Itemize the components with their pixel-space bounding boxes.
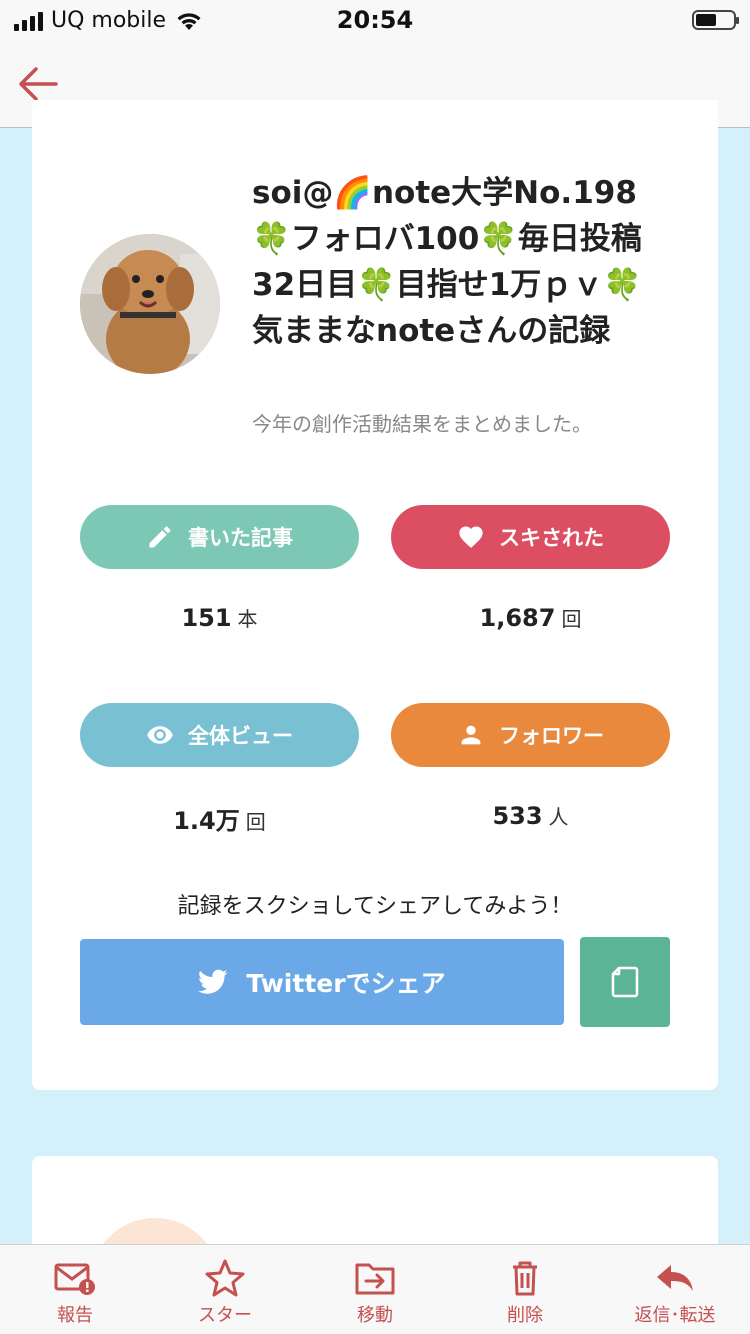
- dog-photo: [80, 234, 220, 374]
- document-icon: [611, 966, 639, 998]
- twitter-bird-icon: [198, 969, 228, 994]
- tab-star-label: スター: [198, 1305, 252, 1326]
- person-icon: [461, 725, 481, 745]
- trash-icon: [513, 1261, 537, 1296]
- articles-unit: 本: [237, 607, 258, 631]
- eye-icon: [147, 726, 173, 744]
- tab-delete-label: 削除: [507, 1305, 543, 1326]
- report-mail-icon: [54, 1263, 95, 1295]
- tab-move[interactable]: 移動: [300, 1245, 450, 1334]
- likes-received-label: スキされた: [499, 526, 604, 550]
- likes-received-pill: スキされた: [391, 505, 670, 569]
- heart-icon: [459, 526, 483, 548]
- tab-delete[interactable]: 削除: [450, 1245, 600, 1334]
- twitter-share-label: Twitterでシェア: [246, 969, 446, 998]
- articles-written-pill: 書いた記事: [80, 505, 359, 569]
- likes-unit: 回: [561, 607, 582, 631]
- status-time: 20:54: [336, 6, 414, 34]
- twitter-share-button[interactable]: Twitterでシェア: [80, 939, 564, 1025]
- move-folder-icon: [355, 1263, 395, 1295]
- followers-unit: 人: [548, 805, 569, 829]
- tab-star[interactable]: スター: [150, 1245, 300, 1334]
- profile-subtitle: 今年の創作活動結果をまとめました。: [252, 412, 592, 436]
- views-unit: 回: [245, 810, 266, 834]
- articles-value: 151: [181, 604, 232, 632]
- status-bar: UQ mobile 20:54: [0, 0, 750, 40]
- followers-count: 533 人: [391, 801, 670, 830]
- likes-count: 1,687 回: [391, 603, 670, 632]
- profile-card: soi@🌈note大学No.198🍀フォロバ100🍀毎日投稿32日目🍀目指せ1万…: [32, 100, 718, 1090]
- pencil-icon: [149, 526, 171, 548]
- views-count: 1.4万回: [80, 801, 359, 836]
- reply-icon: [657, 1265, 693, 1291]
- profile-title: soi@🌈note大学No.198🍀フォロバ100🍀毎日投稿32日目🍀目指せ1万…: [252, 175, 642, 349]
- total-views-pill: 全体ビュー: [80, 703, 359, 767]
- tab-report-label: 報告: [57, 1305, 93, 1326]
- followers-pill: フォロワー: [391, 703, 670, 767]
- tab-report[interactable]: 報告: [0, 1245, 150, 1334]
- articles-written-label: 書いた記事: [188, 526, 293, 550]
- star-icon: [205, 1259, 245, 1297]
- followers-value: 533: [492, 802, 543, 830]
- tab-reply[interactable]: 返信･転送: [600, 1245, 750, 1334]
- views-value: 1.4万: [173, 807, 240, 835]
- avatar: [80, 234, 220, 374]
- likes-value: 1,687: [479, 604, 556, 632]
- tab-reply-label: 返信･転送: [634, 1305, 716, 1326]
- copy-button[interactable]: [580, 937, 670, 1027]
- followers-label: フォロワー: [499, 724, 604, 748]
- tab-move-label: 移動: [357, 1305, 393, 1326]
- articles-count: 151 本: [80, 603, 359, 632]
- total-views-label: 全体ビュー: [188, 724, 293, 748]
- share-prompt: 記録をスクショしてシェアしてみよう！: [177, 894, 573, 919]
- bottom-toolbar: 報告 スター 移動 削除 返信･転送: [0, 1244, 750, 1334]
- battery-icon: [692, 10, 739, 30]
